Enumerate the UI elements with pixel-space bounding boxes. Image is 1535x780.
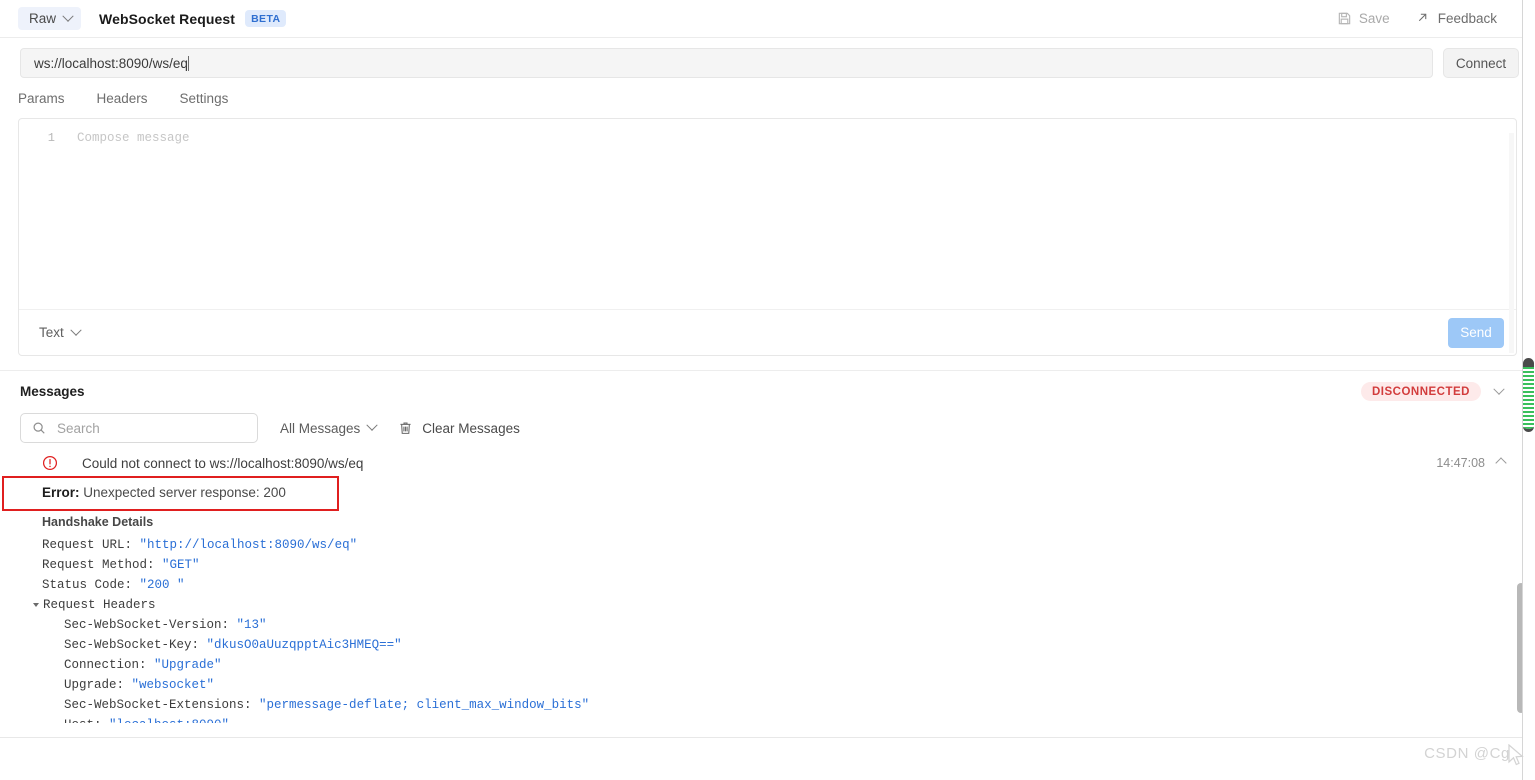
search-icon	[32, 421, 47, 436]
request-headers-group-toggle[interactable]: Request Headers	[20, 595, 1535, 615]
top-bar: Raw WebSocket Request BETA Save Feedback	[0, 0, 1535, 38]
watermark-text: CSDN @Cg	[1424, 745, 1510, 762]
messages-section: Messages DISCONNECTED Search All Message…	[0, 370, 1535, 780]
trash-icon	[398, 421, 413, 436]
header-key: Upgrade:	[64, 678, 125, 692]
page-scrollbar-track[interactable]	[1522, 0, 1535, 780]
request-header-row: Host: "localhost:8090"	[20, 715, 1535, 723]
websocket-request-page: Raw WebSocket Request BETA Save Feedback…	[0, 0, 1535, 780]
header-key: Host:	[64, 718, 102, 723]
send-button[interactable]: Send	[1448, 317, 1504, 348]
request-headers-label: Request Headers	[43, 598, 156, 612]
messages-toolbar: Search All Messages Clear Messages	[0, 403, 1535, 451]
request-title-group: WebSocket Request BETA	[99, 10, 287, 27]
beta-badge: BETA	[245, 10, 287, 27]
error-label: Error:	[42, 485, 80, 500]
handshake-field-request-url: Request URL: "http://localhost:8090/ws/e…	[20, 535, 1535, 555]
collapse-messages-chevron-icon[interactable]	[1493, 383, 1505, 395]
handshake-details-title: Handshake Details	[42, 515, 154, 529]
expand-triangle-icon	[33, 602, 39, 607]
field-value: "http://localhost:8090/ws/eq"	[139, 538, 358, 552]
header-value: "dkusO0aUuzqpptAic3HMEQ=="	[206, 638, 402, 652]
save-label: Save	[1358, 11, 1390, 26]
page-title: WebSocket Request	[99, 10, 236, 27]
header-value: "13"	[236, 618, 267, 632]
clear-messages-label: Clear Messages	[422, 420, 520, 436]
request-header-row: Upgrade: "websocket"	[20, 675, 1535, 695]
messages-title: Messages	[20, 384, 85, 399]
feedback-label: Feedback	[1437, 11, 1497, 26]
messages-header-right: DISCONNECTED	[1360, 382, 1521, 401]
composer-footer: Text Send	[19, 309, 1516, 355]
message-composer: 1 Compose message Text Send	[18, 118, 1517, 356]
error-detail-line: Error: Unexpected server response: 200	[20, 475, 1535, 508]
header-key: Sec-WebSocket-Extensions:	[64, 698, 252, 712]
save-button[interactable]: Save	[1337, 11, 1390, 26]
bottom-divider	[0, 737, 1522, 738]
connect-button[interactable]: Connect	[1443, 48, 1519, 78]
search-input[interactable]: Search	[20, 413, 258, 443]
save-disk-icon	[1337, 11, 1352, 26]
handshake-field-status-code: Status Code: "200 "	[20, 575, 1535, 595]
message-filter-select[interactable]: All Messages	[280, 419, 378, 436]
handshake-field-request-method: Request Method: "GET"	[20, 555, 1535, 575]
search-placeholder: Search	[57, 420, 100, 436]
message-timestamp: 14:47:08	[1436, 456, 1485, 470]
editor-scrollbar[interactable]	[1509, 133, 1514, 353]
request-header-row: Sec-WebSocket-Extensions: "permessage-de…	[20, 695, 1535, 715]
websocket-url-input[interactable]: ws://localhost:8090/ws/eq	[20, 48, 1433, 78]
chevron-down-icon	[366, 419, 378, 431]
message-format-select[interactable]: Text	[39, 324, 82, 340]
compose-message-input[interactable]: Compose message	[67, 129, 1516, 309]
tab-settings[interactable]: Settings	[180, 91, 229, 106]
message-filter-label: All Messages	[280, 420, 361, 436]
request-header-row: Connection: "Upgrade"	[20, 655, 1535, 675]
field-value: "GET"	[162, 558, 200, 572]
clear-messages-button[interactable]: Clear Messages	[398, 421, 520, 436]
status-badge: DISCONNECTED	[1360, 382, 1481, 401]
request-mode-select[interactable]: Raw	[18, 7, 82, 30]
field-value: "200 "	[139, 578, 185, 592]
header-value: "localhost:8090"	[109, 718, 229, 723]
chevron-down-icon	[62, 10, 74, 22]
tab-params[interactable]: Params	[18, 91, 65, 106]
text-caret	[187, 55, 189, 71]
header-key: Sec-WebSocket-Version:	[64, 618, 230, 632]
error-text: Unexpected server response: 200	[79, 485, 286, 500]
field-key: Status Code:	[42, 578, 133, 592]
message-summary: Could not connect to ws://localhost:8090…	[82, 455, 364, 471]
message-entry-header[interactable]: Could not connect to ws://localhost:8090…	[20, 451, 1535, 475]
top-bar-actions: Save Feedback	[1337, 11, 1519, 26]
chevron-down-icon	[70, 324, 82, 336]
message-list: Could not connect to ws://localhost:8090…	[0, 451, 1535, 780]
line-number-gutter: 1	[47, 131, 55, 145]
page-scrollbar-thumb[interactable]	[1523, 358, 1534, 432]
composer-editor[interactable]: 1 Compose message	[19, 119, 1516, 353]
request-header-row: Sec-WebSocket-Version: "13"	[20, 615, 1535, 635]
request-header-row: Sec-WebSocket-Key: "dkusO0aUuzqpptAic3HM…	[20, 635, 1535, 655]
request-mode-label: Raw	[29, 11, 57, 26]
message-format-label: Text	[39, 325, 64, 340]
feedback-button[interactable]: Feedback	[1416, 11, 1497, 26]
url-row: ws://localhost:8090/ws/eq Connect	[0, 38, 1535, 86]
field-key: Request Method:	[42, 558, 155, 572]
header-key: Connection:	[64, 658, 147, 672]
header-key: Sec-WebSocket-Key:	[64, 638, 200, 652]
external-link-arrow-icon	[1416, 11, 1431, 26]
header-value: "websocket"	[131, 678, 215, 692]
request-tabs: Params Headers Settings	[0, 86, 1535, 114]
websocket-url-value: ws://localhost:8090/ws/eq	[34, 55, 188, 71]
collapse-entry-chevron-icon[interactable]	[1495, 457, 1507, 469]
error-circle-icon	[42, 455, 58, 471]
header-value: "permessage-deflate; client_max_window_b…	[259, 698, 590, 712]
header-value: "Upgrade"	[154, 658, 222, 672]
messages-header: Messages DISCONNECTED	[0, 371, 1535, 403]
field-key: Request URL:	[42, 538, 133, 552]
tab-headers[interactable]: Headers	[97, 91, 148, 106]
